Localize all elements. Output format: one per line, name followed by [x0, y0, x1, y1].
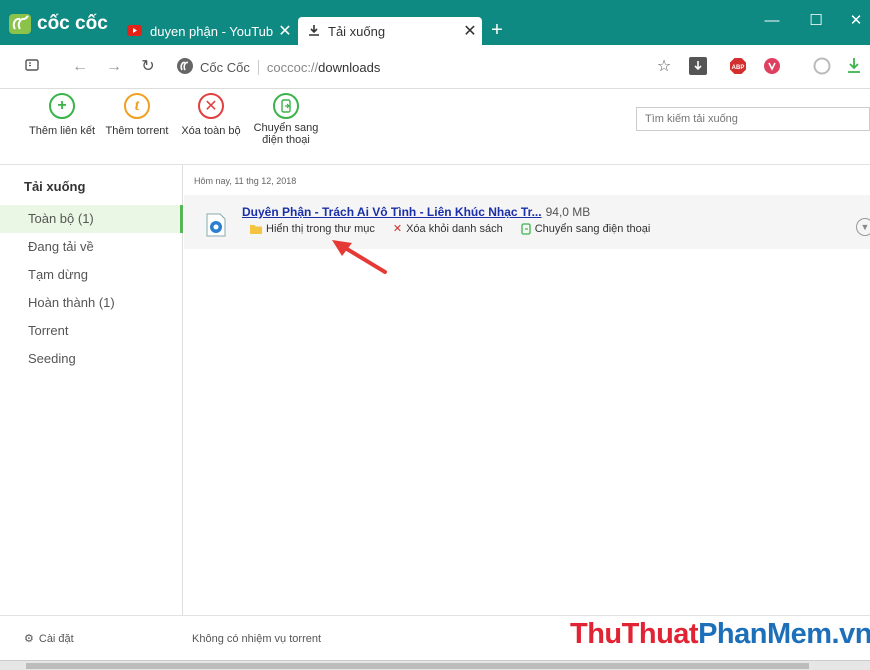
vivid-extension-icon[interactable]: [762, 57, 782, 77]
browser-toolbar: ← → ↻ Cốc Cốc coccoc://downloads ☆ ABP: [0, 45, 870, 89]
downloads-list: Hôm nay, 11 thg 12, 2018 Duyên Phận - Tr…: [184, 165, 870, 615]
phone-transfer-icon: [273, 93, 299, 119]
send-to-phone-label: Chuyển sang điện thoại: [253, 122, 319, 146]
remove-from-list-link[interactable]: ✕ Xóa khỏi danh sách: [392, 222, 503, 236]
red-arrow-annotation: [332, 240, 387, 274]
coccoc-logo[interactable]: cốc cốc: [8, 13, 108, 35]
scrollbar-thumb[interactable]: [26, 663, 809, 669]
coccoc-logo-icon: [9, 14, 31, 34]
delete-all-label: Xóa toàn bộ: [181, 125, 241, 137]
remove-x-icon: ✕: [392, 223, 403, 235]
delete-all-button[interactable]: ✕ Xóa toàn bộ: [176, 93, 246, 137]
forward-icon[interactable]: →: [104, 57, 124, 77]
add-torrent-button[interactable]: t Thêm torrent: [102, 93, 172, 137]
search-downloads-input[interactable]: [636, 107, 870, 131]
address-bar[interactable]: Cốc Cốc coccoc://downloads: [176, 56, 380, 78]
folder-icon: [250, 224, 262, 234]
add-torrent-label: Thêm torrent: [105, 125, 169, 137]
gear-icon: ⚙: [24, 633, 34, 645]
settings-button[interactable]: ⚙ Cài đặt: [24, 632, 74, 646]
add-link-label: Thêm liên kết: [28, 125, 96, 137]
date-header: Hôm nay, 11 thg 12, 2018: [194, 176, 297, 186]
chevron-down-icon[interactable]: ▼: [856, 218, 870, 236]
download-file-link[interactable]: Duyên Phận - Trách Ai Vô Tình - Liên Khú…: [242, 205, 542, 219]
media-file-icon: [205, 213, 227, 237]
close-tab-icon[interactable]: ✕: [458, 21, 482, 41]
torrent-icon: t: [124, 93, 150, 119]
adblock-icon[interactable]: ABP: [728, 57, 748, 77]
youtube-icon: [127, 24, 142, 39]
file-size: 94,0 MB: [545, 205, 591, 219]
sidebar-item-completed[interactable]: Hoàn thành (1): [0, 289, 183, 317]
sidebar-title: Tải xuống: [24, 179, 86, 194]
sidebar-item-paused[interactable]: Tạm dừng: [0, 261, 183, 289]
tab-title: duyen phận - YouTub: [150, 23, 273, 39]
maximize-button[interactable]: ☐: [796, 10, 836, 34]
sidebar-item-torrent[interactable]: Torrent: [0, 317, 183, 345]
coccoc-site-icon: [176, 57, 194, 78]
plus-icon: +: [49, 93, 75, 119]
reload-icon[interactable]: ↻: [138, 57, 158, 77]
download-item-actions: Hiển thị trong thư mục ✕ Xóa khỏi danh s…: [250, 222, 650, 235]
tab-downloads[interactable]: Tải xuống ✕: [298, 17, 482, 45]
extension-puzzle-icon[interactable]: [812, 57, 832, 77]
show-in-folder-link[interactable]: Hiển thị trong thư mục: [250, 222, 375, 235]
send-to-phone-button[interactable]: Chuyển sang điện thoại: [251, 93, 321, 146]
torrent-status: Không có nhiệm vụ torrent: [192, 633, 322, 645]
footer-bar: ⚙ Cài đặt Không có nhiệm vụ torrent ThuT…: [0, 615, 870, 660]
title-bar: cốc cốc duyen phận - YouTub ✕ Tải xuống …: [0, 0, 870, 45]
tab-youtube[interactable]: duyen phận - YouTub ✕: [117, 17, 297, 45]
brand-name: cốc cốc: [37, 13, 108, 34]
close-window-button[interactable]: ✕: [836, 10, 870, 34]
download-video-icon[interactable]: [688, 57, 708, 77]
downloads-sidebar: Tải xuống Toàn bộ (1) Đang tải về Tạm dừ…: [0, 165, 183, 615]
download-item: Duyên Phận - Trách Ai Vô Tình - Liên Khú…: [184, 195, 870, 249]
sidebar-item-seeding[interactable]: Seeding: [0, 345, 183, 373]
horizontal-scrollbar[interactable]: [0, 660, 870, 670]
back-icon[interactable]: ←: [70, 57, 90, 77]
bookmark-star-icon[interactable]: ☆: [654, 57, 674, 77]
new-tab-button[interactable]: +: [486, 17, 508, 45]
send-to-phone-link[interactable]: Chuyển sang điện thoại: [521, 222, 650, 235]
downloads-icon[interactable]: [844, 57, 864, 77]
sidebar-toggle-icon[interactable]: [22, 57, 42, 77]
download-actions: + Thêm liên kết t Thêm torrent ✕ Xóa toà…: [0, 89, 870, 165]
tab-title: Tải xuống: [328, 23, 386, 39]
phone-icon: [521, 222, 531, 235]
watermark: ThuThuatPhanMem.vn: [570, 618, 870, 650]
sidebar-item-downloading[interactable]: Đang tải về: [0, 233, 183, 261]
url-text[interactable]: coccoc://downloads: [267, 60, 380, 75]
delete-icon: ✕: [198, 93, 224, 119]
sidebar-item-all[interactable]: Toàn bộ (1): [0, 205, 183, 233]
download-icon: [308, 24, 320, 39]
minimize-button[interactable]: —: [752, 10, 792, 34]
site-label: Cốc Cốc: [200, 59, 259, 75]
close-tab-icon[interactable]: ✕: [273, 21, 297, 41]
add-link-button[interactable]: + Thêm liên kết: [27, 93, 97, 137]
download-title-line: Duyên Phận - Trách Ai Vô Tình - Liên Khú…: [242, 205, 590, 219]
svg-text:ABP: ABP: [732, 65, 745, 71]
